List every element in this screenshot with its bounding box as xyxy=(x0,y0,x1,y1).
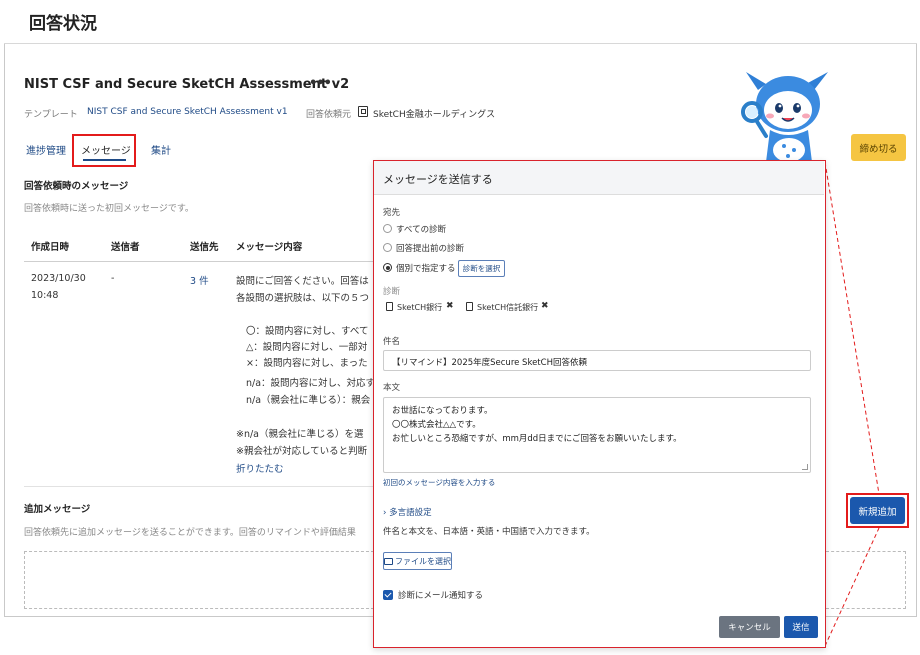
radio-individual-label[interactable]: 個別で指定する xyxy=(396,262,456,274)
column-header-recipients: 送信先 xyxy=(190,242,219,253)
column-header-sender: 送信者 xyxy=(111,242,140,253)
body-line: 〇〇株式会社△△です。 xyxy=(392,420,481,430)
message-line: ※親会社が対応していると判断 xyxy=(236,446,368,457)
page-header: 回答状況 xyxy=(4,0,917,44)
notify-email-checkbox[interactable] xyxy=(383,590,393,600)
additional-message-empty-area xyxy=(24,551,374,609)
cancel-button[interactable]: キャンセル xyxy=(719,616,780,638)
folder-icon xyxy=(384,557,393,565)
radio-all-diagnoses[interactable] xyxy=(383,224,392,233)
subject-label: 件名 xyxy=(383,337,401,347)
subject-value: 【リマインド】2025年度Secure SketCH回答依頼 xyxy=(392,358,587,368)
more-options-button[interactable]: ••• xyxy=(309,76,332,91)
load-initial-message-link[interactable]: 初回のメッセージ内容を入力する xyxy=(383,477,495,488)
chevron-right-icon: › xyxy=(383,508,387,518)
multilanguage-settings-label: 多言語設定 xyxy=(389,508,432,518)
body-label: 本文 xyxy=(383,383,401,393)
remove-tag-button[interactable]: ✖ xyxy=(541,301,549,311)
column-header-content: メッセージ内容 xyxy=(236,242,303,253)
resize-handle[interactable] xyxy=(802,464,808,470)
table-header-divider xyxy=(24,261,374,262)
collapse-link[interactable]: 折りたたむ xyxy=(236,461,284,475)
table-row-divider xyxy=(24,486,374,487)
assessment-title: NIST CSF and Secure SketCH Assessment v2 xyxy=(24,77,350,92)
highlight-box-tab xyxy=(72,134,136,167)
body-line: お世話になっております。 xyxy=(392,406,493,416)
diagnosis-tag: SketCH信託銀行 xyxy=(477,303,539,312)
tab-progress[interactable]: 進捗管理 xyxy=(26,142,66,157)
request-message-heading: 回答依頼時のメッセージ xyxy=(24,181,129,192)
message-line: n/a：設問内容に対し、対応す xyxy=(246,378,376,389)
template-label: テンプレート xyxy=(24,110,78,120)
clipboard-icon xyxy=(386,302,393,311)
row-time: 10:48 xyxy=(31,290,59,301)
additional-message-heading: 追加メッセージ xyxy=(24,504,91,515)
additional-message-description: 回答依頼先に追加メッセージを送ることができます。回答のリマインドや評価結果 xyxy=(24,528,356,538)
diagnosis-label: 診断 xyxy=(383,287,401,297)
request-message-description: 回答依頼時に送った初回メッセージです。 xyxy=(24,204,194,214)
body-line: お忙しいところ恐縮ですが、mm月dd日までにご回答をお願いいたします。 xyxy=(392,434,682,444)
dialog-header: メッセージを送信する xyxy=(374,161,824,195)
message-line: 設問にご回答ください。回答は xyxy=(236,276,369,287)
radio-before-submit-label[interactable]: 回答提出前の診断 xyxy=(396,242,464,254)
message-line: 各設問の選択肢は、以下の５つ xyxy=(236,293,370,304)
diagnosis-tag: SketCH銀行 xyxy=(397,303,443,312)
row-date: 2023/10/30 xyxy=(31,273,86,284)
close-answers-button[interactable]: 締め切る xyxy=(851,134,906,161)
row-recipients-link[interactable]: 3 件 xyxy=(190,273,209,287)
send-message-dialog: メッセージを送信する 宛先 すべての診断 回答提出前の診断 個別で指定する 診断… xyxy=(373,160,826,648)
body-textarea[interactable]: お世話になっております。 〇〇株式会社△△です。 お忙しいところ恐縮ですが、mm… xyxy=(383,397,811,473)
radio-all-diagnoses-label[interactable]: すべての診断 xyxy=(396,223,446,235)
select-diagnosis-button[interactable]: 診断を選択 xyxy=(458,260,505,277)
radio-before-submit[interactable] xyxy=(383,243,392,252)
building-icon xyxy=(358,106,368,117)
message-line: 〇：設問内容に対し、すべて xyxy=(246,326,369,337)
row-sender: - xyxy=(111,273,115,284)
remove-tag-button[interactable]: ✖ xyxy=(446,301,454,311)
requester-value: SketCH金融ホールディングス xyxy=(373,110,496,120)
mascot-illustration xyxy=(736,70,836,162)
radio-individual[interactable] xyxy=(383,263,392,272)
message-line: ※n/a（親会社に準じる）を選 xyxy=(236,429,364,440)
template-link[interactable]: NIST CSF and Secure SketCH Assessment v1 xyxy=(87,107,288,117)
send-button[interactable]: 送信 xyxy=(784,616,818,638)
clipboard-icon xyxy=(466,302,473,311)
column-header-date: 作成日時 xyxy=(31,242,70,253)
multilanguage-settings-toggle[interactable]: › 多言語設定 xyxy=(383,506,432,518)
notify-email-label[interactable]: 診断にメール通知する xyxy=(398,589,483,601)
requester-label: 回答依頼元 xyxy=(306,110,352,120)
tab-aggregate[interactable]: 集計 xyxy=(151,142,171,157)
additional-message-empty-area-right xyxy=(826,551,906,609)
page-title: 回答状況 xyxy=(29,14,97,34)
multilanguage-description: 件名と本文を、日本語・英語・中国語で入力できます。 xyxy=(383,527,595,537)
subject-field[interactable]: 【リマインド】2025年度Secure SketCH回答依頼 xyxy=(383,350,811,371)
to-label: 宛先 xyxy=(383,208,401,218)
choose-file-button[interactable]: ファイルを選択 xyxy=(383,552,452,570)
choose-file-label: ファイルを選択 xyxy=(395,556,451,566)
message-line: ×：設問内容に対し、まった xyxy=(246,358,368,369)
message-line: △：設問内容に対し、一部対 xyxy=(246,342,368,353)
message-line: n/a（親会社に準じる）：親会 xyxy=(246,395,371,406)
new-message-button[interactable]: 新規追加 xyxy=(850,497,905,524)
dialog-title: メッセージを送信する xyxy=(383,173,493,186)
